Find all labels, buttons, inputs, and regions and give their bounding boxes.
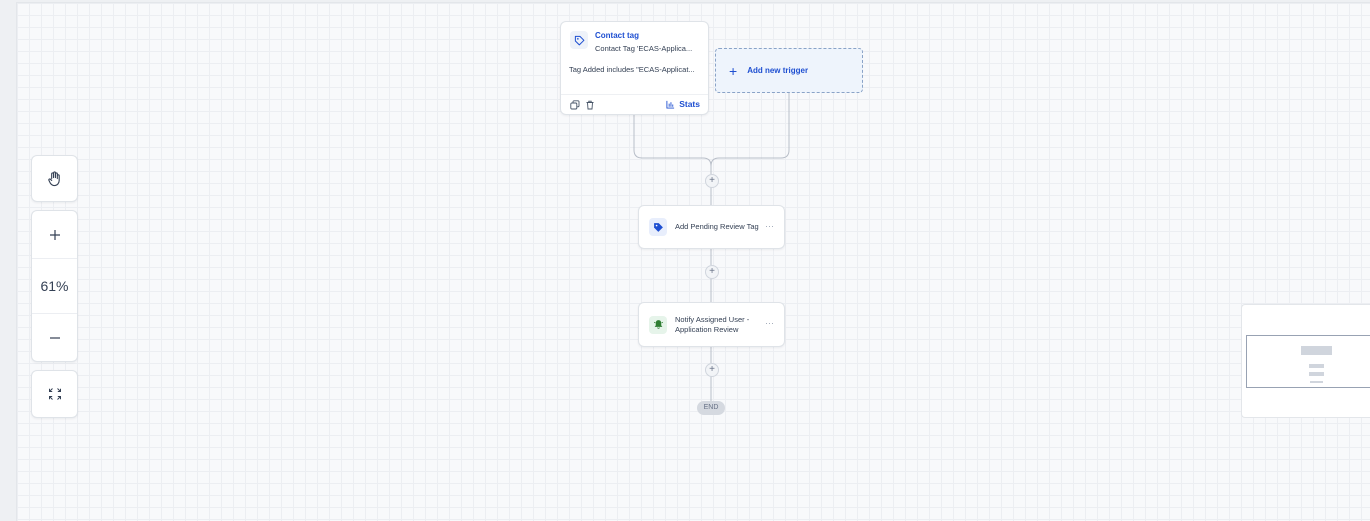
more-options-icon[interactable]: ··· [765, 221, 774, 231]
minimap-node [1309, 364, 1324, 368]
pan-button[interactable] [32, 156, 77, 201]
tag-outline-icon [570, 31, 588, 49]
add-step-button[interactable]: + [705, 174, 719, 188]
zoom-out-button[interactable] [32, 314, 77, 361]
end-node: END [697, 401, 725, 415]
minimap-viewport[interactable] [1246, 335, 1370, 388]
trash-icon[interactable] [584, 99, 596, 111]
trigger-footer: Stats [561, 94, 708, 115]
action-node-add-pending-review-tag[interactable]: Add Pending Review Tag ··· [638, 205, 785, 249]
minus-icon [49, 336, 60, 339]
zoom-controls: 61% [31, 210, 78, 362]
action-label: Notify Assigned User - Application Revie… [675, 314, 750, 334]
plus-icon [49, 229, 60, 240]
zoom-level: 61% [32, 258, 77, 314]
plus-icon: + [729, 62, 738, 79]
action-node-notify-assigned-user[interactable]: Notify Assigned User - Application Revie… [638, 302, 785, 347]
trigger-title: Contact tag [595, 31, 639, 40]
minimap-node [1310, 381, 1323, 383]
minimap[interactable] [1241, 304, 1370, 418]
zoom-level-text: 61% [40, 278, 69, 294]
more-options-icon[interactable]: ··· [765, 318, 774, 328]
tag-filled-icon [649, 218, 667, 236]
fit-screen-icon [48, 388, 61, 400]
pan-tool-group [31, 155, 78, 202]
bell-icon [649, 315, 667, 334]
zoom-in-button[interactable] [32, 211, 77, 258]
fit-view-button[interactable] [32, 371, 77, 417]
hand-icon [48, 170, 60, 186]
trigger-subtitle: Contact Tag 'ECAS-Applica... [595, 44, 693, 53]
add-new-trigger-button[interactable]: + Add new trigger [715, 48, 863, 93]
trigger-card-contact-tag[interactable]: Contact tag Contact Tag 'ECAS-Applica...… [560, 21, 709, 115]
trigger-condition: Tag Added includes "ECAS-Applicat... [569, 65, 695, 74]
copy-icon[interactable] [569, 99, 581, 111]
add-new-trigger-label: Add new trigger [747, 66, 809, 75]
stats-label: Stats [679, 99, 700, 109]
add-step-button[interactable]: + [705, 265, 719, 279]
minimap-node [1301, 346, 1332, 355]
stats-button[interactable]: Stats [666, 99, 700, 109]
fit-view-group [31, 370, 78, 418]
bar-chart-icon [666, 100, 675, 109]
minimap-node [1309, 372, 1324, 376]
add-step-button[interactable]: + [705, 363, 719, 377]
action-label: Add Pending Review Tag [675, 222, 759, 231]
